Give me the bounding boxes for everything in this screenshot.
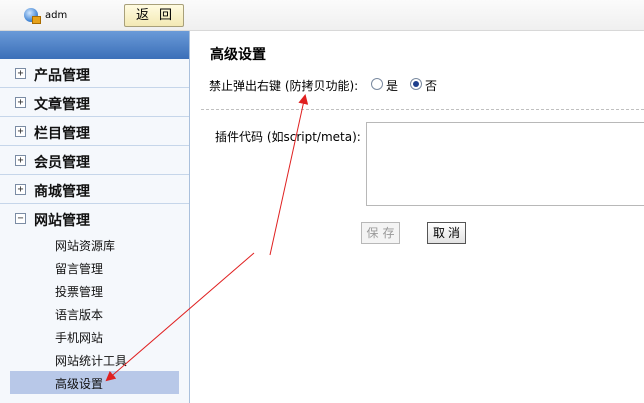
- sidebar-group-products[interactable]: + 产品管理: [0, 59, 189, 88]
- sidebar-submenu-website: 网站资源库 留言管理 投票管理 语言版本 手机网站 网站统计工具 高级设置: [0, 233, 189, 394]
- sidebar-group-label: 栏目管理: [34, 126, 90, 142]
- sidebar-item-messages[interactable]: 留言管理: [0, 256, 189, 279]
- right-click-label: 禁止弹出右键 (防拷贝功能):: [209, 79, 359, 93]
- plus-box-icon[interactable]: +: [15, 68, 26, 79]
- sidebar-group-label: 会员管理: [34, 155, 90, 171]
- sidebar-item-label: 语言版本: [55, 308, 104, 322]
- top-bar: adm 返回: [0, 0, 644, 31]
- sidebar-group-label: 产品管理: [34, 68, 90, 84]
- radio-yes[interactable]: [371, 78, 383, 90]
- sidebar-group-columns[interactable]: + 栏目管理: [0, 117, 189, 146]
- plus-box-icon[interactable]: +: [15, 155, 26, 166]
- sidebar-item-label: 留言管理: [55, 262, 104, 276]
- plus-box-icon[interactable]: +: [15, 97, 26, 108]
- user-globe-icon: [24, 8, 41, 24]
- sidebar-group-articles[interactable]: + 文章管理: [0, 88, 189, 117]
- sidebar-item-advanced-settings[interactable]: 高级设置: [10, 371, 179, 394]
- plus-box-icon[interactable]: +: [15, 184, 26, 195]
- sidebar-item-votes[interactable]: 投票管理: [0, 279, 189, 302]
- sidebar-header: [0, 31, 189, 59]
- username: adm: [45, 10, 68, 21]
- sidebar-item-label: 投票管理: [55, 285, 104, 299]
- sidebar-group-label: 商城管理: [34, 184, 90, 200]
- sidebar: + 产品管理 + 文章管理 + 栏目管理 + 会员管理 + 商城管理 − 网站管…: [0, 31, 190, 403]
- main-content: 高级设置 禁止弹出右键 (防拷贝功能): 是 否 插件代码 (如script/m…: [191, 31, 644, 403]
- sidebar-item-languages[interactable]: 语言版本: [0, 302, 189, 325]
- sidebar-item-label: 网站统计工具: [55, 354, 128, 368]
- sidebar-group-mall[interactable]: + 商城管理: [0, 175, 189, 204]
- divider: [201, 109, 644, 110]
- sidebar-group-label: 网站管理: [34, 213, 90, 229]
- cancel-button[interactable]: 取消: [427, 222, 466, 244]
- back-button[interactable]: 返回: [124, 4, 184, 27]
- sidebar-menu: + 产品管理 + 文章管理 + 栏目管理 + 会员管理 + 商城管理 − 网站管…: [0, 59, 189, 233]
- sidebar-group-members[interactable]: + 会员管理: [0, 146, 189, 175]
- plugin-code-input[interactable]: [366, 122, 644, 206]
- sidebar-item-label: 手机网站: [55, 331, 104, 345]
- sidebar-group-label: 文章管理: [34, 97, 90, 113]
- sidebar-item-label: 高级设置: [55, 377, 104, 391]
- sidebar-item-label: 网站资源库: [55, 239, 116, 253]
- page-title: 高级设置: [210, 47, 266, 63]
- plus-box-icon[interactable]: +: [15, 126, 26, 137]
- save-button[interactable]: 保存: [361, 222, 400, 244]
- radio-yes-label[interactable]: 是: [386, 77, 398, 94]
- sidebar-group-website[interactable]: − 网站管理: [0, 204, 189, 233]
- radio-no-label[interactable]: 否: [425, 77, 437, 94]
- sidebar-item-resources[interactable]: 网站资源库: [0, 233, 189, 256]
- plugin-code-label: 插件代码 (如script/meta):: [215, 130, 361, 144]
- sidebar-item-statistics[interactable]: 网站统计工具: [0, 348, 189, 371]
- sidebar-item-mobile-site[interactable]: 手机网站: [0, 325, 189, 348]
- radio-no[interactable]: [410, 78, 422, 90]
- minus-box-icon[interactable]: −: [15, 213, 26, 224]
